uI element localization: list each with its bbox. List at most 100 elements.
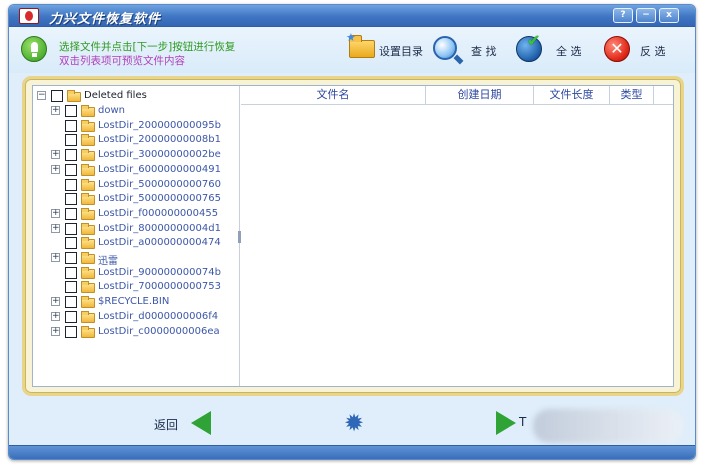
- tree-root-label[interactable]: Deleted files: [84, 90, 147, 101]
- folder-icon: [81, 237, 95, 250]
- tree-item-label[interactable]: LostDir_6000000000491: [98, 164, 221, 175]
- tree-item[interactable]: LostDir_5000000000760: [51, 178, 237, 192]
- column-header-size[interactable]: 文件长度: [534, 86, 610, 105]
- checkbox[interactable]: [65, 296, 77, 309]
- tree-item[interactable]: LostDir_a000000000474: [51, 236, 237, 250]
- folder-icon: [81, 266, 95, 279]
- tree-item-label[interactable]: LostDir_200000000095b: [98, 120, 221, 131]
- tree-item[interactable]: + LostDir_80000000004d1: [51, 222, 237, 236]
- column-header-created[interactable]: 创建日期: [426, 86, 534, 105]
- tree-item[interactable]: LostDir_200000000095b: [51, 119, 237, 133]
- checkbox[interactable]: [65, 178, 77, 191]
- expand-icon[interactable]: +: [51, 208, 60, 218]
- checkbox[interactable]: [65, 237, 77, 250]
- tree-item[interactable]: + LostDir_f000000000455: [51, 207, 237, 221]
- find-button[interactable]: 查 找: [433, 34, 503, 64]
- folder-settings-icon: [346, 31, 375, 58]
- hint-select-files: 选择文件并点击[下一步]按钮进行恢复: [59, 41, 236, 53]
- tree-item-label[interactable]: down: [98, 105, 125, 116]
- tree-item-label[interactable]: LostDir_c0000000006ea: [98, 326, 220, 337]
- navigation-bar: 返回 ✹ T: [9, 401, 695, 447]
- tree-item-label[interactable]: LostDir_20000000008b1: [98, 134, 221, 145]
- column-header-filename[interactable]: 文件名: [241, 86, 426, 105]
- app-logo-icon: [19, 8, 39, 24]
- checkbox[interactable]: [65, 105, 77, 117]
- invert-x-icon: ✕: [604, 36, 630, 62]
- tree-item[interactable]: LostDir_5000000000765: [51, 192, 237, 206]
- title-bar[interactable]: 力兴文件恢复软件 ? − x: [9, 5, 695, 27]
- file-list-header: 文件名 创建日期 文件长度 类型: [241, 86, 673, 105]
- expand-icon[interactable]: +: [51, 253, 60, 262]
- expand-icon[interactable]: +: [51, 150, 60, 160]
- close-button[interactable]: x: [659, 8, 679, 23]
- tree-item-label[interactable]: LostDir_d0000000006f4: [98, 311, 218, 322]
- tree-item[interactable]: LostDir_7000000000753: [51, 280, 237, 294]
- tree-item[interactable]: + down: [51, 104, 237, 118]
- tree-item[interactable]: LostDir_900000000074b: [51, 266, 237, 280]
- checkbox[interactable]: [65, 222, 77, 235]
- content-panel: − Deleted files + down LostDir_20000000009…: [32, 85, 674, 387]
- invert-selection-label: 反 选: [640, 45, 666, 58]
- tree-item-label[interactable]: LostDir_900000000074b: [98, 267, 221, 278]
- expand-icon[interactable]: +: [51, 311, 60, 321]
- tree-item[interactable]: LostDir_20000000008b1: [51, 133, 237, 147]
- folder-icon: [81, 149, 95, 162]
- checkbox[interactable]: [65, 207, 77, 220]
- gear-icon[interactable]: ✹: [342, 411, 366, 435]
- folder-icon: [81, 207, 95, 220]
- expand-icon[interactable]: +: [51, 164, 60, 174]
- tree-item-label[interactable]: LostDir_5000000000760: [98, 179, 221, 190]
- tree-item-label[interactable]: LostDir_80000000004d1: [98, 223, 221, 234]
- expand-icon[interactable]: +: [51, 326, 60, 336]
- tree-item[interactable]: + LostDir_d0000000006f4: [51, 310, 237, 324]
- tree-item-label[interactable]: $RECYCLE.BIN: [98, 296, 169, 307]
- find-label: 查 找: [471, 45, 497, 58]
- tree-item[interactable]: + 迅雷: [51, 251, 237, 267]
- select-all-button[interactable]: 全 选: [516, 31, 586, 64]
- checkbox[interactable]: [65, 310, 77, 323]
- back-arrow-icon[interactable]: [191, 411, 211, 435]
- tree-item[interactable]: + LostDir_6000000000491: [51, 163, 237, 177]
- folder-icon: [81, 163, 95, 176]
- app-window: 力兴文件恢复软件 ? − x 选择文件并点击[下一步]按钮进行恢复 双击列表项可…: [8, 4, 696, 460]
- checkbox[interactable]: [65, 193, 77, 206]
- expand-icon[interactable]: +: [51, 106, 60, 115]
- folder-icon: [81, 281, 95, 294]
- folder-tree[interactable]: − Deleted files + down LostDir_20000000009…: [33, 86, 240, 386]
- checkbox[interactable]: [65, 119, 77, 132]
- tree-root[interactable]: − Deleted files: [37, 89, 237, 103]
- tree-item-label[interactable]: LostDir_5000000000765: [98, 193, 221, 204]
- checkbox[interactable]: [65, 252, 77, 264]
- set-directory-button[interactable]: 设置目录: [346, 31, 425, 64]
- tree-item-label[interactable]: LostDir_a000000000474: [98, 237, 221, 248]
- folder-icon: [81, 310, 95, 323]
- invert-selection-button[interactable]: ✕ 反 选: [604, 34, 674, 64]
- file-list[interactable]: 文件名 创建日期 文件长度 类型: [241, 86, 673, 386]
- next-label[interactable]: T: [519, 415, 526, 429]
- checkbox[interactable]: [65, 149, 77, 162]
- tree-item-label[interactable]: LostDir_f000000000455: [98, 208, 218, 219]
- column-header-type[interactable]: 类型: [610, 86, 654, 105]
- tree-item-label[interactable]: LostDir_30000000002be: [98, 149, 221, 160]
- window-title: 力兴文件恢复软件: [49, 12, 162, 27]
- toolbar: 选择文件并点击[下一步]按钮进行恢复 双击列表项可预览文件内容 设置目录 查 找…: [9, 27, 695, 73]
- checkbox[interactable]: [65, 281, 77, 294]
- tree-item-label[interactable]: LostDir_7000000000753: [98, 281, 221, 292]
- expand-icon[interactable]: +: [51, 223, 60, 233]
- checkbox[interactable]: [51, 90, 63, 102]
- minimize-button[interactable]: −: [636, 8, 656, 23]
- help-button[interactable]: ?: [613, 8, 633, 23]
- folder-icon: [67, 90, 81, 102]
- tree-item[interactable]: + LostDir_c0000000006ea: [51, 325, 237, 339]
- back-label[interactable]: 返回: [154, 416, 178, 433]
- checkbox[interactable]: [65, 266, 77, 279]
- collapse-icon[interactable]: −: [37, 91, 46, 100]
- next-arrow-icon[interactable]: [496, 411, 516, 435]
- checkbox[interactable]: [65, 325, 77, 338]
- checkbox[interactable]: [65, 163, 77, 176]
- folder-icon: [81, 134, 95, 147]
- tree-item[interactable]: + $RECYCLE.BIN: [51, 295, 237, 309]
- tree-item[interactable]: + LostDir_30000000002be: [51, 148, 237, 162]
- expand-icon[interactable]: +: [51, 297, 60, 307]
- checkbox[interactable]: [65, 134, 77, 147]
